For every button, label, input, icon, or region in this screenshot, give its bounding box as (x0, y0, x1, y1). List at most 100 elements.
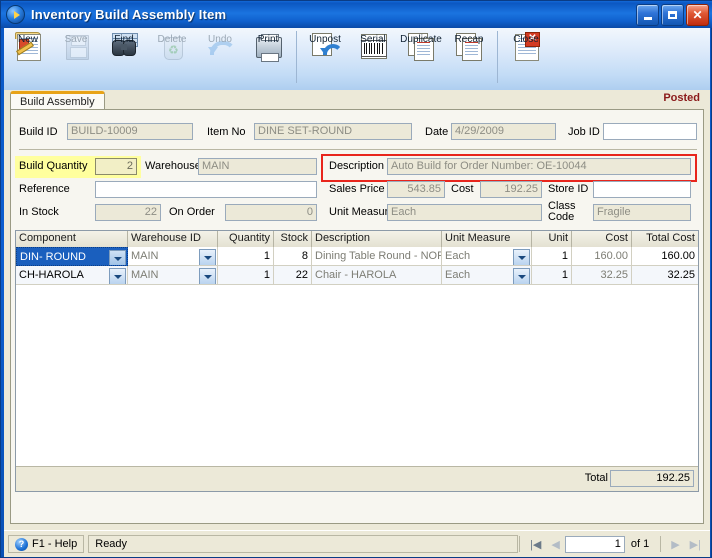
chevron-down-icon[interactable] (513, 268, 530, 284)
toolbar-label: Undo (208, 34, 232, 45)
toolbar-button-new[interactable]: New (4, 28, 52, 88)
grid-column-header-unit[interactable]: Unit (532, 231, 572, 247)
toolbar-button-serial[interactable]: Serial (349, 28, 397, 88)
build-id-label: Build ID (19, 126, 58, 138)
grid-column-header-quantity[interactable]: Quantity (218, 231, 274, 247)
chevron-down-icon[interactable] (109, 250, 126, 265)
in-stock-label: In Stock (19, 206, 59, 218)
toolbar-label: Recap (454, 34, 484, 45)
toolbar-label: Unpost (309, 34, 341, 45)
maximize-button[interactable] (661, 4, 684, 26)
grid-total-label: Total (584, 472, 608, 484)
chevron-down-icon[interactable] (199, 268, 216, 284)
toolbar-button-find[interactable]: Find (100, 28, 148, 88)
on-order-label: On Order (169, 206, 215, 218)
grid-cell-description[interactable]: Chair - HAROLA (312, 266, 442, 285)
nav-page-input[interactable]: 1 (564, 535, 625, 553)
grid-column-header-warehouse-id[interactable]: Warehouse ID (128, 231, 218, 247)
description-label: Description (329, 160, 385, 172)
grid-cell-component[interactable]: DIN- ROUND (16, 247, 128, 266)
toolbar-separator (497, 31, 498, 83)
toolbar-button-delete[interactable]: ♻ Delete (148, 28, 196, 88)
status-message: Ready (88, 535, 519, 553)
job-id-field[interactable] (603, 123, 697, 140)
in-stock-field[interactable]: 22 (95, 204, 161, 221)
table-row[interactable]: CH-HAROLA MAIN 1 22 Chair - HAROLA Each … (16, 266, 698, 285)
build-quantity-field[interactable]: 2 (95, 158, 137, 175)
sales-price-field[interactable]: 543.85 (387, 181, 445, 198)
unit-measure-field[interactable]: Each (387, 204, 542, 221)
toolbar-label: Duplicate (400, 34, 442, 45)
grid-header-row: Component Warehouse ID Quantity Stock De… (16, 231, 698, 248)
grid-cell-stock[interactable]: 22 (274, 266, 312, 285)
grid-cell-quantity[interactable]: 1 (218, 266, 274, 285)
toolbar-button-close[interactable]: ✕ Close (502, 28, 550, 88)
grid-cell-quantity[interactable]: 1 (218, 247, 274, 266)
build-id-field[interactable]: BUILD-10009 (67, 123, 193, 140)
toolbar: New Save Find ♻ Delete Undo Print Unpost… (4, 28, 710, 91)
toolbar-button-recap[interactable]: Recap (445, 28, 493, 88)
cost-label: Cost (451, 183, 474, 195)
grid-cell-cost[interactable]: 160.00 (572, 247, 632, 266)
store-id-field[interactable] (593, 181, 691, 198)
grid-cell-warehouse-id[interactable]: MAIN (128, 247, 218, 266)
reference-field[interactable] (95, 181, 317, 198)
tab-build-assembly[interactable]: Build Assembly (10, 91, 105, 110)
nav-next-button[interactable]: ▶ (666, 538, 684, 551)
grid-cell-text: DIN- ROUND (20, 251, 86, 263)
class-code-field[interactable]: Fragile (593, 204, 691, 221)
on-order-field[interactable]: 0 (225, 204, 317, 221)
toolbar-label: Delete (157, 34, 187, 45)
grid-cell-total-cost[interactable]: 160.00 (632, 247, 698, 266)
toolbar-button-save[interactable]: Save (52, 28, 100, 88)
chevron-down-icon[interactable] (199, 249, 216, 265)
grid-column-header-description[interactable]: Description (312, 231, 442, 247)
toolbar-button-print[interactable]: Print (244, 28, 292, 88)
grid-column-header-total-cost[interactable]: Total Cost (632, 231, 698, 247)
nav-first-button[interactable]: |◀ (525, 538, 546, 551)
grid-cell-unit-measure[interactable]: Each (442, 247, 532, 266)
cost-field[interactable]: 192.25 (480, 181, 542, 198)
minimize-button[interactable] (636, 4, 659, 26)
item-no-field[interactable]: DINE SET-ROUND (254, 123, 412, 140)
help-hint[interactable]: ? F1 - Help (8, 535, 85, 553)
table-row[interactable]: DIN- ROUND MAIN 1 8 Dining Table Round -… (16, 247, 698, 266)
window-title: Inventory Build Assembly Item (31, 7, 227, 22)
toolbar-button-duplicate[interactable]: Duplicate (397, 28, 445, 88)
grid-cell-cost[interactable]: 32.25 (572, 266, 632, 285)
form-divider (19, 149, 697, 150)
grid-cell-warehouse-id[interactable]: MAIN (128, 266, 218, 285)
grid-column-header-component[interactable]: Component (16, 231, 128, 247)
grid-cell-text: MAIN (131, 269, 159, 281)
grid-empty-area[interactable] (16, 285, 698, 466)
toolbar-button-undo[interactable]: Undo (196, 28, 244, 88)
warehouse-field[interactable]: MAIN (198, 158, 317, 175)
toolbar-button-unpost[interactable]: Unpost (301, 28, 349, 88)
help-hint-label: F1 - Help (32, 538, 78, 550)
date-field[interactable]: 4/29/2009 (451, 123, 556, 140)
grid-cell-component[interactable]: CH-HAROLA (16, 266, 128, 285)
grid-column-header-unit-measure[interactable]: Unit Measure (442, 231, 532, 247)
grid-cell-stock[interactable]: 8 (274, 247, 312, 266)
close-button[interactable]: ✕ (686, 4, 709, 26)
grid-cell-total-cost[interactable]: 32.25 (632, 266, 698, 285)
description-field[interactable]: Auto Build for Order Number: OE-10044 (387, 158, 691, 175)
components-grid: Component Warehouse ID Quantity Stock De… (15, 230, 699, 492)
client-area: Build Assembly Posted Build ID BUILD-100… (4, 90, 710, 530)
reference-label: Reference (19, 183, 70, 195)
class-code-label-line2: Code (548, 211, 575, 223)
grid-cell-unit-measure[interactable]: Each (442, 266, 532, 285)
grid-column-header-stock[interactable]: Stock (274, 231, 312, 247)
title-bar: Inventory Build Assembly Item ✕ (1, 1, 712, 28)
tab-strip: Build Assembly Posted (4, 90, 710, 110)
date-label: Date (425, 126, 449, 138)
chevron-down-icon[interactable] (513, 249, 530, 265)
nav-last-button[interactable]: ▶| (685, 538, 706, 551)
grid-cell-description[interactable]: Dining Table Round - NORD (312, 247, 442, 266)
grid-cell-unit[interactable]: 1 (532, 266, 572, 285)
status-bar: ? F1 - Help Ready |◀ ◀ 1 of 1 ▶ ▶| (4, 530, 710, 557)
grid-column-header-cost[interactable]: Cost (572, 231, 632, 247)
nav-prev-button[interactable]: ◀ (546, 538, 564, 551)
chevron-down-icon[interactable] (109, 268, 126, 284)
grid-cell-unit[interactable]: 1 (532, 247, 572, 266)
